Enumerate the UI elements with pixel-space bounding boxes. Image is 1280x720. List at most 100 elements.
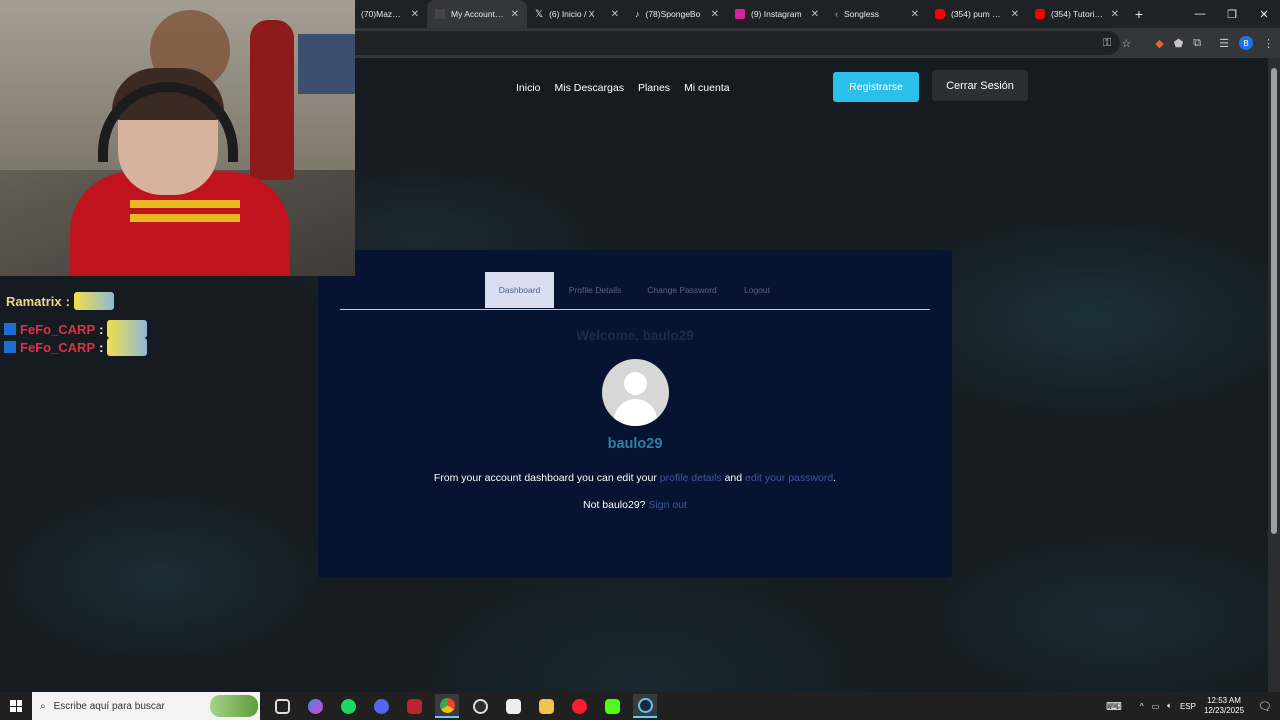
start-button[interactable] [0,692,32,720]
chat-overlay: Ramatrix : FeFo_CARP : FeFo_CARP : [0,268,200,358]
system-tray: ⌨ ^ ▭ 🔈︎ ESP 12:53 AM 12/23/2025 🗨︎ [1106,692,1280,720]
search-placeholder: Escribe aquí para buscar [53,700,165,712]
tab-title: (9) Instagram [751,9,802,19]
profile-avatar[interactable]: B [1239,36,1253,50]
close-icon[interactable]: ✕ [911,9,919,20]
menu-kebab-icon[interactable]: ⋮ [1263,37,1274,50]
steam-icon[interactable] [633,694,657,718]
close-icon[interactable]: ✕ [811,9,819,20]
browser-tab[interactable]: (354) pum sha ✕ [927,0,1027,28]
close-icon[interactable]: ✕ [1111,9,1119,20]
close-icon[interactable]: ✕ [511,9,519,20]
tab-title: (354) Tutorial / [1051,9,1105,19]
chat-message: FeFo_CARP : [4,338,148,356]
voice-app-icon[interactable] [402,694,426,718]
password-key-icon[interactable]: ⚿ [1103,37,1111,50]
opera-icon[interactable] [567,694,591,718]
tab-dashboard[interactable]: Dashboard [485,272,554,308]
tab-title: (78)SpongeBo [645,9,701,19]
new-tab-button[interactable]: + [1127,6,1151,22]
spotify-icon[interactable] [336,694,360,718]
browser-tab[interactable]: ♪ (78)SpongeBo ✕ [627,0,727,28]
chat-user: FeFo_CARP [20,339,96,355]
and-text: and [724,472,743,484]
tab-profile-details[interactable]: Profile Details [562,272,628,308]
browser-tab[interactable]: ‹ Songless ✕ [827,0,927,28]
emote-icon [107,338,148,356]
nav-mi-cuenta[interactable]: Mi cuenta [684,82,730,94]
close-icon[interactable]: ✕ [611,9,619,20]
youtube-icon [935,9,945,19]
keyboard-icon[interactable]: ⌨ [1106,700,1122,713]
window-controls: — ❐ ✕ [1184,0,1280,28]
close-icon[interactable]: ✕ [411,9,419,20]
reading-list-icon[interactable]: ☰ [1219,37,1229,50]
chevron-up-icon[interactable]: ^ [1140,702,1144,711]
taskbar-search[interactable]: ⌕ Escribe aquí para buscar [32,692,260,720]
taskbar-apps [270,694,657,718]
discord-icon[interactable] [369,694,393,718]
kick-icon[interactable] [600,694,624,718]
copilot-icon[interactable] [303,694,327,718]
tab-title: My Account - / [451,9,505,19]
bookmark-star-icon[interactable]: ☆ [1121,37,1131,50]
youtube-icon [1035,9,1045,19]
obs-icon[interactable] [468,694,492,718]
search-highlight-art [210,695,258,717]
nav-inicio[interactable]: Inicio [516,82,541,94]
welcome-heading: Welcome, baulo29 [576,328,694,343]
notifications-icon[interactable]: 🗨︎ [1258,700,1272,713]
tab-title: Songless [844,9,879,19]
extension-fox-icon[interactable]: ◆ [1155,37,1163,50]
browser-tab[interactable]: 𝕏 (6) Inicio / X ✕ [527,0,627,28]
close-window-icon[interactable]: ✕ [1248,0,1280,28]
close-icon[interactable]: ✕ [711,9,719,20]
network-icon[interactable]: ▭ [1152,702,1160,711]
browser-tab-active[interactable]: My Account - / ✕ [427,0,527,28]
site-favicon-icon [435,9,445,19]
account-tabs: Dashboard Profile Details Change Passwor… [340,272,930,310]
chat-sep: : [99,339,104,355]
windows-logo-icon [10,700,22,712]
chat-user: FeFo_CARP [20,321,96,337]
clock-time: 12:53 AM [1207,696,1241,705]
page-scrollbar[interactable] [1268,58,1280,692]
register-button[interactable]: Registrarse [833,72,919,102]
chrome-icon[interactable] [435,694,459,718]
not-user-text: Not baulo29? [583,499,646,511]
not-user-line: Not baulo29? Sign out [318,499,952,511]
language-indicator[interactable]: ESP [1180,702,1196,711]
extension-shield-icon[interactable]: ⬟ [1174,37,1184,50]
profile-details-link[interactable]: profile details [660,472,722,484]
tab-logout[interactable]: Logout [736,272,778,308]
chat-message: Ramatrix : [6,292,114,310]
main-nav: Inicio Mis Descargas Planes Mi cuenta [516,82,730,94]
instagram-icon [735,9,745,19]
tab-title: (6) Inicio / X [549,9,595,19]
browser-tab[interactable]: (9) Instagram ✕ [727,0,827,28]
dashboard-text: From your account dashboard you can edit… [433,472,657,484]
chat-sep: : [99,321,104,337]
nav-mis-descargas[interactable]: Mis Descargas [555,82,624,94]
sign-out-link[interactable]: Sign out [648,499,687,511]
nav-planes[interactable]: Planes [638,82,670,94]
browser-tab[interactable]: (70)Mazza viru ✕ [353,0,427,28]
minimize-icon[interactable]: — [1184,0,1216,28]
volume-icon[interactable]: 🔈︎ [1167,701,1172,711]
close-icon[interactable]: ✕ [1011,9,1019,20]
restore-icon[interactable]: ❐ [1216,0,1248,28]
user-avatar-icon [602,359,669,426]
browser-tab[interactable]: (354) Tutorial / ✕ [1027,0,1127,28]
x-logo-icon: 𝕏 [535,8,544,20]
tab-change-password[interactable]: Change Password [640,272,724,308]
taskbar-clock[interactable]: 12:53 AM 12/23/2025 [1204,696,1244,716]
edit-password-link[interactable]: edit your password [745,472,833,484]
logout-button[interactable]: Cerrar Sesión [932,70,1028,101]
tiktok-icon: ♪ [635,9,640,19]
task-view-icon[interactable] [270,694,294,718]
scrollbar-thumb[interactable] [1271,68,1277,534]
app-icon[interactable] [501,694,525,718]
file-explorer-icon[interactable] [534,694,558,718]
account-card: Dashboard Profile Details Change Passwor… [318,250,952,578]
extensions-puzzle-icon[interactable]: ⧉ [1193,37,1201,50]
